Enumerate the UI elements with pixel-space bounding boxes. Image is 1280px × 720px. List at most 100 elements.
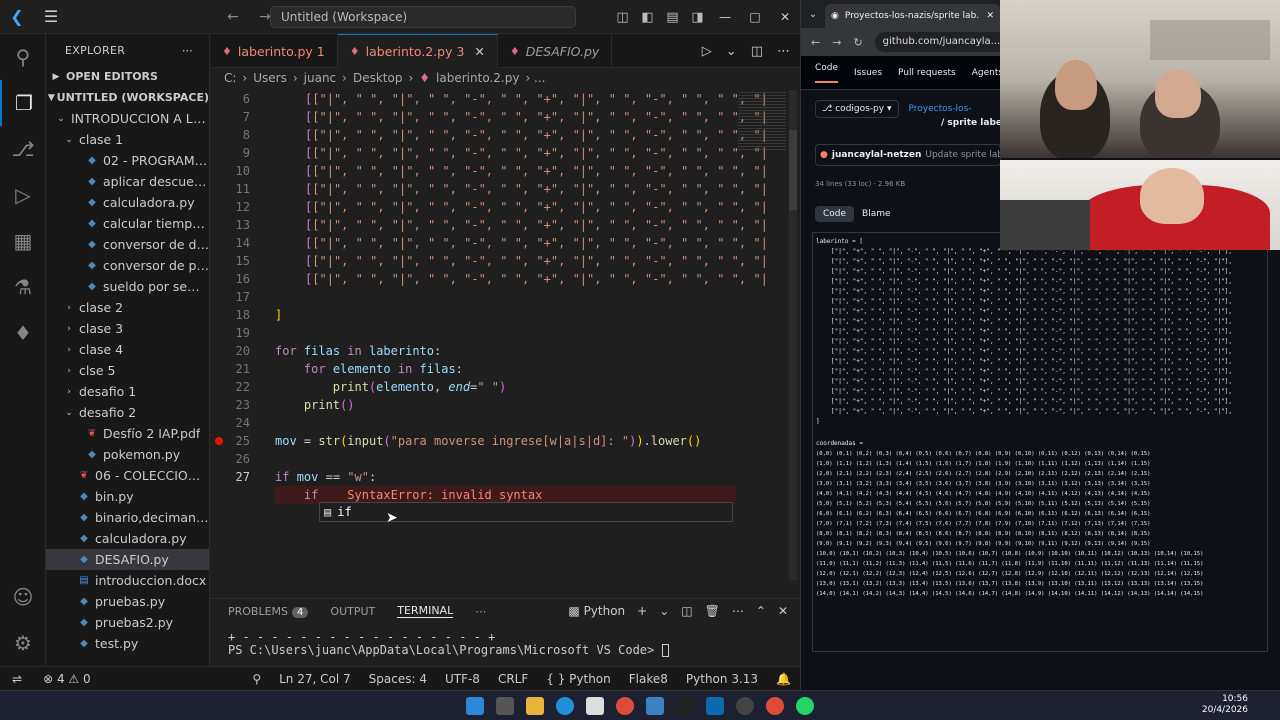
- tree-item[interactable]: ❦ 06 - COLECCIONES.pdf: [46, 465, 209, 486]
- close-panel-icon[interactable]: ✕: [778, 604, 788, 618]
- breadcrumb-item[interactable]: laberinto.2.py: [436, 71, 519, 85]
- commit-message[interactable]: Update sprite laberinto: [925, 150, 1000, 160]
- tree-item[interactable]: ◆ calculadora.py: [46, 192, 209, 213]
- autocomplete-suggestion[interactable]: ▤ if: [319, 502, 733, 522]
- browser-tab[interactable]: ◉ Proyectos-los-nazis/sprite lab... ✕: [825, 4, 1000, 28]
- trash-icon[interactable]: 🗑: [705, 604, 720, 618]
- tree-item[interactable]: ◆ test.py: [46, 633, 209, 654]
- source-control-icon[interactable]: ⎇: [0, 126, 46, 172]
- breadcrumb-item[interactable]: Desktop: [353, 71, 403, 85]
- vscode-taskbar-icon[interactable]: [706, 696, 724, 715]
- notifications-bell-icon[interactable]: 🔔: [767, 672, 800, 686]
- split-editor-icon[interactable]: ◫: [751, 44, 763, 59]
- more-actions-icon[interactable]: ⋯: [732, 604, 744, 618]
- maximize-panel-icon[interactable]: ⌃: [756, 604, 766, 618]
- whatsapp-icon[interactable]: [796, 696, 814, 715]
- task-view-icon[interactable]: [496, 696, 514, 715]
- back-arrow-icon[interactable]: ←: [811, 36, 820, 49]
- command-center-search[interactable]: Untitled (Workspace): [270, 6, 576, 28]
- close-window-icon[interactable]: ✕: [770, 0, 800, 34]
- zoom-icon[interactable]: ⚲: [243, 672, 270, 686]
- new-terminal-icon[interactable]: +: [637, 604, 647, 618]
- linter[interactable]: Flake8: [620, 672, 677, 686]
- maximize-icon[interactable]: □: [740, 0, 770, 34]
- customize-layout-icon[interactable]: ◫: [610, 0, 635, 34]
- chrome-icon[interactable]: [766, 696, 784, 715]
- scrollbar-thumb[interactable]: [789, 130, 797, 210]
- tree-item[interactable]: ◆ pruebas.py: [46, 591, 209, 612]
- github-desktop-icon[interactable]: [736, 696, 754, 715]
- toggle-secondary-sidebar-icon[interactable]: ◨: [685, 0, 710, 34]
- system-clock[interactable]: 10:56 20/4/2026: [1202, 694, 1248, 716]
- tab-output[interactable]: OUTPUT: [330, 605, 375, 618]
- language-mode[interactable]: { } Python: [537, 672, 620, 686]
- tree-item[interactable]: ⌄ INTRODUCCION A LA ...: [46, 108, 209, 129]
- tree-item[interactable]: ❦ Desfío 2 IAP.pdf: [46, 423, 209, 444]
- tree-item[interactable]: ◆ 02 - PROGRAMACI...: [46, 150, 209, 171]
- tree-item[interactable]: ▤ introduccion.docx: [46, 570, 209, 591]
- tree-item[interactable]: › clase 2: [46, 297, 209, 318]
- tree-item[interactable]: ◆ aplicar descuento y ...: [46, 171, 209, 192]
- account-icon[interactable]: ☺: [0, 574, 46, 620]
- workspace-section[interactable]: ▼ UNTITLED (WORKSPACE): [46, 87, 209, 108]
- tree-item[interactable]: ◆ conversor de peso ...: [46, 255, 209, 276]
- tree-item[interactable]: › clase 3: [46, 318, 209, 339]
- reload-icon[interactable]: ↻: [853, 36, 862, 49]
- edge-icon[interactable]: [556, 696, 574, 715]
- breadcrumb-item[interactable]: C:: [224, 71, 236, 85]
- extensions-icon[interactable]: ▦: [0, 218, 46, 264]
- tree-item[interactable]: › clase 4: [46, 339, 209, 360]
- store-icon[interactable]: [586, 696, 604, 715]
- nav-issues[interactable]: Issues: [854, 68, 882, 78]
- explorer-icon[interactable]: ❐: [0, 80, 46, 126]
- editor-scrollbar[interactable]: [789, 90, 797, 580]
- tree-item[interactable]: ◆ bin.py: [46, 486, 209, 507]
- tree-item[interactable]: ⌄ desafio 2: [46, 402, 209, 423]
- back-arrow-icon[interactable]: ←: [220, 9, 246, 25]
- more-actions-icon[interactable]: ⋯: [777, 44, 790, 59]
- tree-item[interactable]: › clse 5: [46, 360, 209, 381]
- python-icon[interactable]: ♦: [0, 310, 46, 356]
- split-terminal-icon[interactable]: ◫: [681, 604, 692, 618]
- tree-item[interactable]: ◆ DESAFIO.py: [46, 549, 209, 570]
- branch-selector[interactable]: ⎇ codigos-py ▾: [815, 100, 899, 118]
- settings-gear-icon[interactable]: ⚙: [0, 620, 46, 666]
- commit-author[interactable]: juancaylal-netzen: [832, 150, 922, 160]
- tree-item[interactable]: › desafio 1: [46, 381, 209, 402]
- breadcrumb-item[interactable]: Users: [253, 71, 287, 85]
- terminal-output[interactable]: + - - - - - - - - - - - - - - - - - + PS …: [210, 633, 800, 659]
- menu-icon[interactable]: ☰: [34, 7, 68, 26]
- tab-terminal[interactable]: TERMINAL: [397, 604, 454, 618]
- cursor-position[interactable]: Ln 27, Col 7: [270, 672, 360, 686]
- breakpoint-icon[interactable]: [215, 437, 223, 445]
- chevron-down-icon[interactable]: ⌄: [726, 44, 737, 59]
- minimize-icon[interactable]: —: [710, 0, 740, 34]
- testing-icon[interactable]: ⚗: [0, 264, 46, 310]
- remote-icon[interactable]: ⇌: [0, 672, 34, 686]
- start-menu-icon[interactable]: [466, 696, 484, 715]
- open-editors-section[interactable]: ▶ OPEN EDITORS: [46, 66, 209, 87]
- blame-view-tab[interactable]: Blame: [854, 206, 899, 222]
- tab-list-icon[interactable]: ⌄: [801, 9, 825, 20]
- tab-problems[interactable]: PROBLEMS 4: [228, 605, 309, 618]
- minimap[interactable]: [738, 92, 786, 152]
- tab-laberinto-2[interactable]: ♦ laberinto.2.py 3 ✕: [337, 34, 498, 68]
- nav-pull-requests[interactable]: Pull requests: [898, 68, 956, 78]
- chevron-down-icon[interactable]: ⌄: [659, 604, 669, 618]
- app-icon[interactable]: [646, 696, 664, 715]
- github-code-view[interactable]: laberinto = [ ["|", "+", " ", "|", "-", …: [812, 232, 1268, 652]
- repo-link[interactable]: Proyectos-los-: [909, 104, 972, 114]
- terminal-shell-selector[interactable]: ▩ Python: [568, 604, 625, 618]
- chrome-icon[interactable]: [616, 696, 634, 715]
- code-view-tab[interactable]: Code: [815, 206, 855, 222]
- forward-arrow-icon[interactable]: →: [832, 36, 841, 49]
- indentation[interactable]: Spaces: 4: [360, 672, 436, 686]
- problems-status[interactable]: ⊗ 4 ⚠ 0: [34, 672, 100, 686]
- nav-code[interactable]: Code: [815, 63, 839, 83]
- tab-laberinto[interactable]: ♦ laberinto.py 1: [210, 34, 338, 68]
- tree-item[interactable]: ◆ calcular tiempo de ...: [46, 213, 209, 234]
- tree-item[interactable]: ◆ sueldo por semana...: [46, 276, 209, 297]
- toggle-panel-icon[interactable]: ▤: [660, 0, 685, 34]
- run-debug-icon[interactable]: ▷: [0, 172, 46, 218]
- tree-item[interactable]: ◆ calculadora.py: [46, 528, 209, 549]
